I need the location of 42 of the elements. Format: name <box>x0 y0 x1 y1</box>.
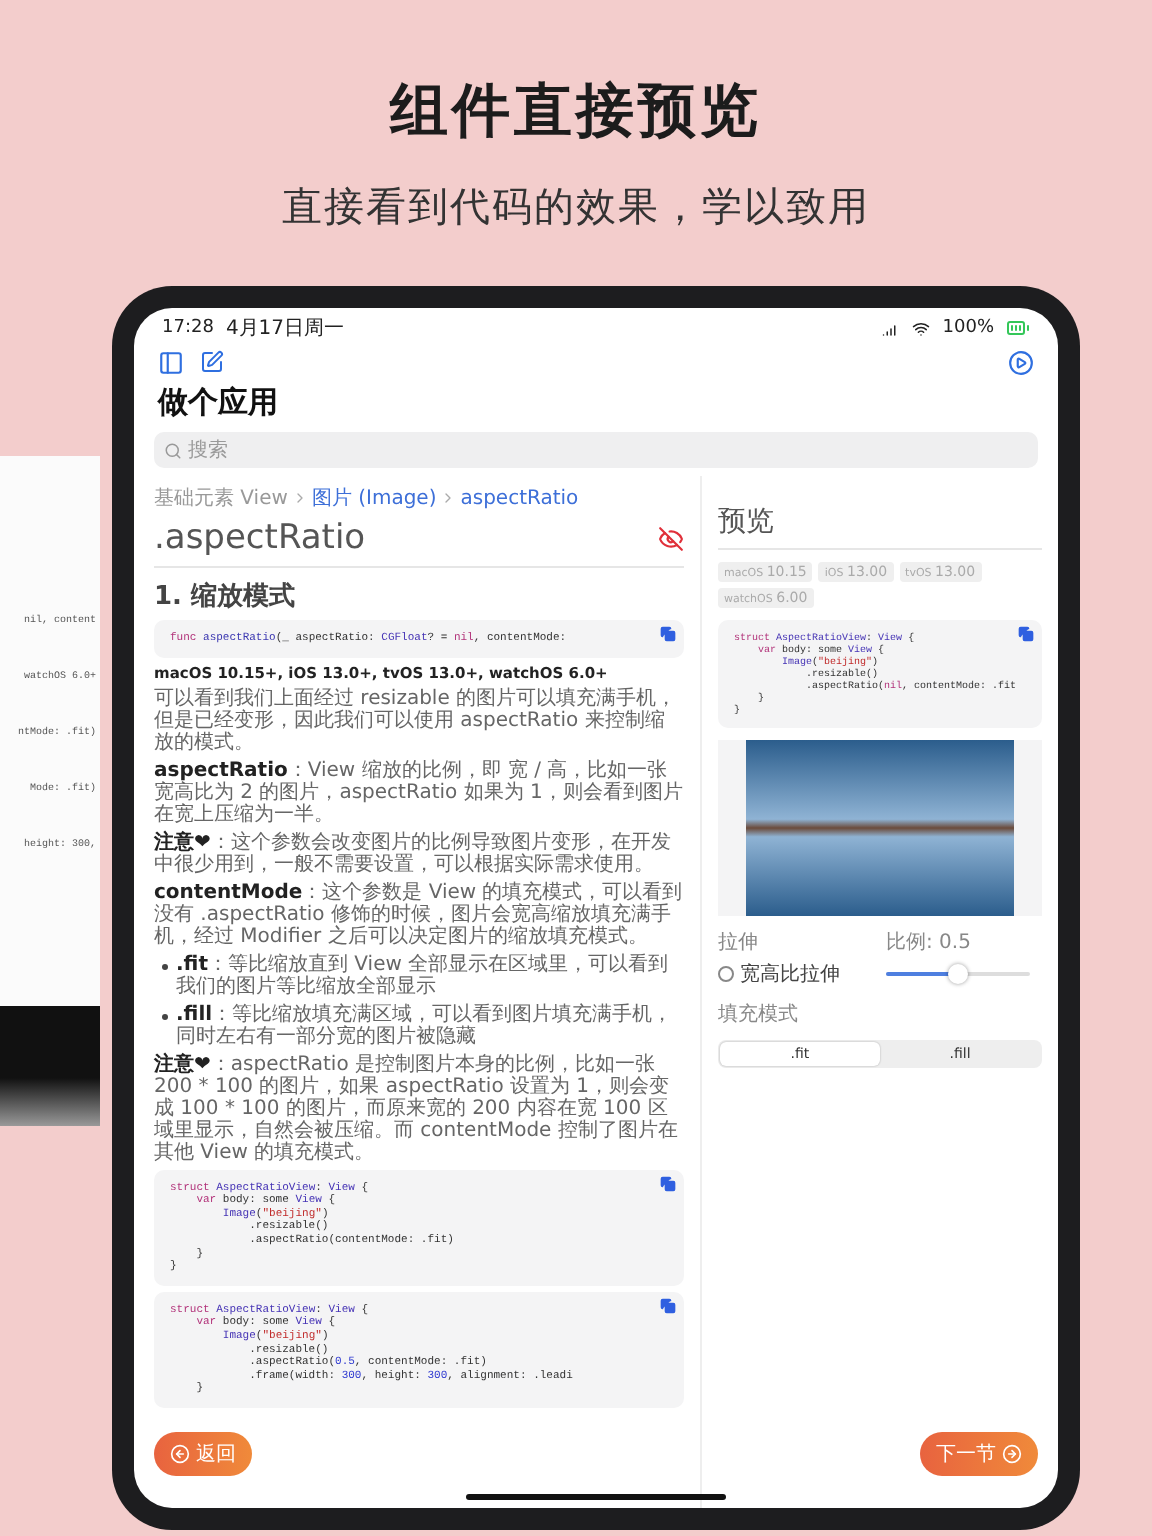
section-heading: 1. 缩放模式 <box>154 579 298 614</box>
back-button[interactable]: 返回 <box>154 1432 252 1476</box>
search-icon <box>164 441 182 459</box>
slider-label: 比例: 0.5 <box>886 929 973 956</box>
breadcrumb-link[interactable]: aspectRatio <box>460 487 579 509</box>
control-label: 拉伸 <box>718 930 760 956</box>
bullet-text: .fit：等比缩放直到 View 全部显示在区域里，可以看到我们的图片等比缩放全部显示 <box>176 953 671 998</box>
battery-percent: 100% <box>942 318 994 338</box>
preview-title: 预览 <box>718 504 1042 550</box>
copy-icon[interactable] <box>1018 626 1034 642</box>
article-title: .aspectRatio <box>154 518 366 558</box>
paragraph: 可以看到我们上面经过 resizable 的图片可以填充满手机，但是已经变形，因此我们可以使用 aspectRatio 来控制缩放的模式。 <box>154 687 679 754</box>
hero-title: 组件直接预览 <box>390 74 762 148</box>
paragraph: 注意❤：aspectRatio 是控制图片本身的比例，比如一张 200 * 100 的图片，如果 aspectRatio 设置为 1，则会变成 100 * 100 的图片，而原来宽的 200 内容在宽 100 区域里显示，自然会被压缩。而 contentMode 控制了图片在其他 View 的填充模式。 <box>154 1053 680 1164</box>
play-icon[interactable] <box>1008 349 1034 375</box>
app-title: 做个应用 <box>155 384 280 422</box>
paragraph: contentMode：这个参数是 View 的填充模式，可以看到没有 .aspectRatio 修饰的时候，图片会宽高缩放填充满手机，经过 Modifier 之后可以决定图片的缩放填充模式。 <box>154 881 684 948</box>
eye-off-icon[interactable] <box>658 525 684 551</box>
radio-option[interactable]: 宽高比拉伸 <box>718 960 874 988</box>
bullet-dot <box>162 963 168 970</box>
search-field[interactable]: 搜索 <box>154 432 1038 468</box>
copy-icon[interactable] <box>660 1175 676 1192</box>
breadcrumb-link[interactable]: 图片 (Image) <box>311 484 437 512</box>
next-button[interactable]: 下一节 <box>920 1432 1038 1476</box>
control-label: 填充模式 <box>718 1001 800 1028</box>
slider-thumb[interactable] <box>948 964 968 984</box>
compose-icon[interactable] <box>200 350 224 374</box>
hero-subtitle: 直接看到代码的效果，学以致用 <box>282 180 870 234</box>
status-date: 4月17日周一 <box>225 316 345 342</box>
sidebar-toggle-icon[interactable] <box>158 349 184 375</box>
paragraph: aspectRatio：View 缩放的比例，即 宽 / 高，比如一张宽高比为 2 的图片，aspectRatio 如果为 1，则会看到图片在宽上压缩为一半。 <box>154 759 684 826</box>
wifi-icon <box>912 319 931 337</box>
bullet-dot <box>162 1013 168 1020</box>
laptop-bezel <box>0 1006 100 1126</box>
status-time: 17:28 <box>162 318 214 338</box>
bullet-text: .fill：等比缩放填充满区域，可以看到图片填充满手机，同时左右有一部分宽的图片被隐藏 <box>176 1003 675 1048</box>
breadcrumb-item: 基础元素 View <box>154 485 288 512</box>
signal-icon <box>882 319 901 337</box>
battery-icon <box>1006 316 1030 340</box>
paragraph: 注意❤：这个参数会改变图片的比例导致图片变形，在开发中很少用到，一般不需要设置，可以根据实际需求使用。 <box>154 831 673 876</box>
copy-icon[interactable] <box>660 626 676 642</box>
copy-icon[interactable] <box>660 1297 676 1314</box>
